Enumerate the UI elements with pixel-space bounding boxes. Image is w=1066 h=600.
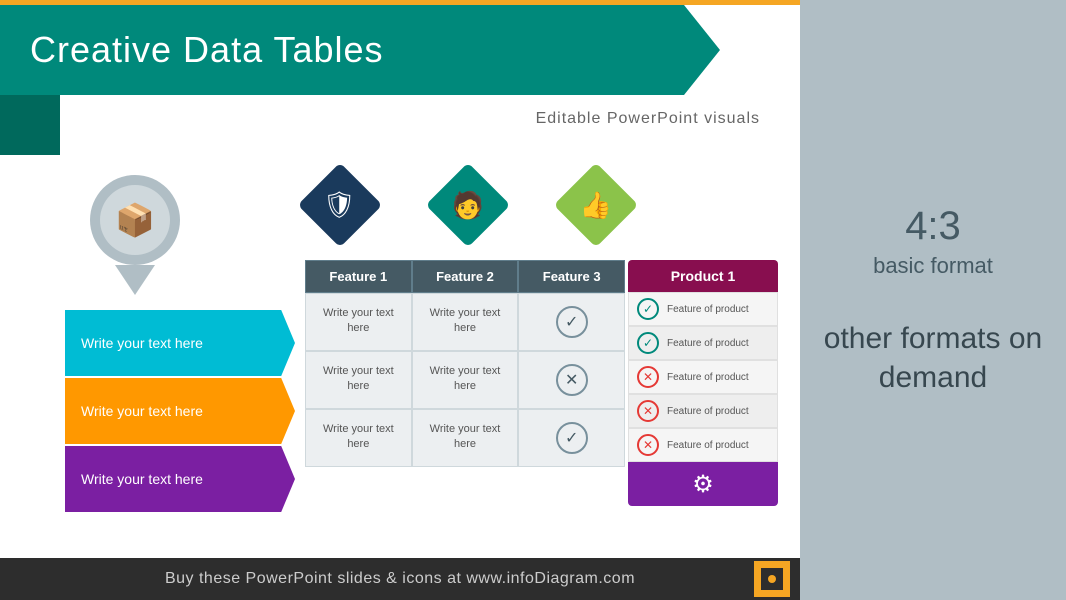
diamond-navy: 🛡 xyxy=(298,163,383,248)
td-1-3: ✓ xyxy=(518,293,625,351)
pin-tail xyxy=(115,265,155,295)
pin-outer: 📦 xyxy=(90,175,180,265)
main-area: Creative Data Tables Editable PowerPoint… xyxy=(0,0,800,600)
product-row-3: ✕ Feature of product xyxy=(628,360,778,394)
box-icon: 📦 xyxy=(115,201,155,239)
table-row-2: Write your text here Write your text her… xyxy=(305,351,625,409)
td-2-2: Write your text here xyxy=(412,351,519,409)
product-column: Product 1 ✓ Feature of product ✓ Feature… xyxy=(628,260,778,506)
banner-title: Creative Data Tables xyxy=(30,29,384,71)
product-feature-1: Feature of product xyxy=(667,303,749,316)
th-feature3: Feature 3 xyxy=(518,260,625,293)
footer-icon-inner xyxy=(761,568,783,590)
sidebar-format: basic format xyxy=(873,253,993,279)
product-feature-2: Feature of product xyxy=(667,337,749,350)
x-icon-1: ✕ xyxy=(556,364,588,396)
td-3-3: ✓ xyxy=(518,409,625,467)
table-row-3: Write your text here Write your text her… xyxy=(305,409,625,467)
sidebar: 4:3 basic format other formats on demand xyxy=(800,0,1066,600)
product-row-4: ✕ Feature of product xyxy=(628,394,778,428)
corner-block xyxy=(0,95,60,155)
table-row-1: Write your text here Write your text her… xyxy=(305,293,625,351)
footer-icon-dot xyxy=(768,575,776,583)
product-header: Product 1 xyxy=(628,260,778,292)
subtitle: Editable PowerPoint visuals xyxy=(536,110,760,128)
td-2-1: Write your text here xyxy=(305,351,412,409)
product-x-2: ✕ xyxy=(637,400,659,422)
td-1-1: Write your text here xyxy=(305,293,412,351)
product-gear: ⚙ xyxy=(628,462,778,506)
td-1-2: Write your text here xyxy=(412,293,519,351)
shield-icon: 🛡 xyxy=(323,189,356,220)
diamond-2: 🧑 xyxy=(438,175,498,235)
diamond-lime: 👍 xyxy=(554,163,639,248)
sidebar-other: other formats on demand xyxy=(820,319,1046,397)
pin-inner: 📦 xyxy=(100,185,170,255)
row-labels: Write your text here Write your text her… xyxy=(65,310,295,514)
location-pin: 📦 xyxy=(90,175,180,295)
footer-text: Buy these PowerPoint slides & icons at w… xyxy=(165,570,635,588)
th-feature2: Feature 2 xyxy=(412,260,519,293)
product-feature-5: Feature of product xyxy=(667,439,749,452)
banner: Creative Data Tables xyxy=(0,5,720,95)
td-2-3: ✕ xyxy=(518,351,625,409)
product-row-2: ✓ Feature of product xyxy=(628,326,778,360)
diamond-teal: 🧑 xyxy=(426,163,511,248)
row-label-2[interactable]: Write your text here xyxy=(65,378,295,444)
product-x-1: ✕ xyxy=(637,366,659,388)
row-label-1[interactable]: Write your text here xyxy=(65,310,295,376)
th-feature1: Feature 1 xyxy=(305,260,412,293)
person-icon: 🧑 xyxy=(452,190,484,221)
td-3-2: Write your text here xyxy=(412,409,519,467)
thumbsup-icon: 👍 xyxy=(580,190,612,221)
product-row-5: ✕ Feature of product xyxy=(628,428,778,462)
table-header-row: Feature 1 Feature 2 Feature 3 xyxy=(305,260,625,293)
product-check-2: ✓ xyxy=(637,332,659,354)
diamond-3: 👍 xyxy=(566,175,626,235)
product-feature-4: Feature of product xyxy=(667,405,749,418)
product-feature-3: Feature of product xyxy=(667,371,749,384)
top-border xyxy=(0,0,800,5)
diamonds-row: 🛡 🧑 👍 xyxy=(310,175,626,235)
row-label-3[interactable]: Write your text here xyxy=(65,446,295,512)
diamond-1: 🛡 xyxy=(310,175,370,235)
footer: Buy these PowerPoint slides & icons at w… xyxy=(0,558,800,600)
check-icon-2: ✓ xyxy=(556,422,588,454)
product-check-1: ✓ xyxy=(637,298,659,320)
check-icon-1: ✓ xyxy=(556,306,588,338)
product-row-1: ✓ Feature of product xyxy=(628,292,778,326)
product-x-3: ✕ xyxy=(637,434,659,456)
feature-table: Feature 1 Feature 2 Feature 3 Write your… xyxy=(305,260,625,467)
sidebar-ratio: 4:3 xyxy=(905,204,961,249)
footer-icon-box xyxy=(754,561,790,597)
gear-icon: ⚙ xyxy=(692,470,714,499)
td-3-1: Write your text here xyxy=(305,409,412,467)
